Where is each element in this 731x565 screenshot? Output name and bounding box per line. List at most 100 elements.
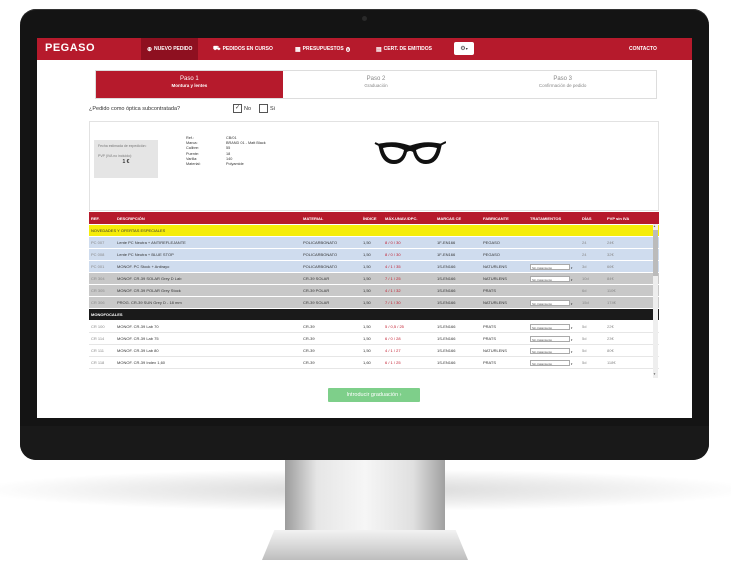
tratamiento-select[interactable]: Sin tratamiento	[530, 263, 570, 270]
cell-tratamiento: Sin tratamiento ▾	[530, 335, 582, 342]
nav-label: NUEVO PEDIDO	[154, 46, 193, 52]
nav-contacto[interactable]: CONTACTO	[629, 38, 657, 60]
logo-text: PEGASO	[45, 42, 96, 54]
cell-dias: 5d	[582, 324, 587, 329]
tratamiento-select[interactable]: Sin tratamiento	[530, 299, 570, 306]
scroll-up-icon[interactable]: ▲	[653, 224, 656, 228]
table-row[interactable]: CR 100 MONOF. CR-39 Lab 70 CR-39 1,50 5 / 0,…	[89, 321, 659, 333]
cell-material: CR-39 SOLAR	[303, 300, 330, 305]
table-row[interactable]: PC 008 Lente PC Neutra + BLUE STOP POLICAR…	[89, 249, 659, 261]
cell-max: 6 / 0 / 28	[385, 336, 401, 341]
col-ref[interactable]: REF.	[89, 216, 117, 221]
tratamiento-select[interactable]: Sin tratamiento	[530, 275, 570, 282]
cell-pvp: 110€	[607, 288, 616, 293]
si-checkbox[interactable]	[259, 104, 268, 113]
col-material[interactable]: MATERIAL	[303, 216, 363, 221]
top-navbar: PEGASO ⊕ NUEVO PEDIDO ⛟ PEDIDOS EN CURSO…	[37, 38, 692, 60]
cell-dias: 15d	[582, 300, 589, 305]
table-row[interactable]: CR 306 PROG. CR-39 SUN Grey D - 18 mm CR-3…	[89, 297, 659, 309]
tratamiento-select[interactable]: Sin tratamiento	[530, 323, 570, 330]
product-info-panel: Fecha estimada de expedición: PVP (IVA n…	[89, 121, 659, 211]
glasses-frame-image	[374, 141, 446, 164]
cell-fabricante: PEGASO	[483, 252, 500, 257]
tratamiento-select[interactable]: Sin tratamiento	[530, 359, 570, 366]
table-row[interactable]: CR 118 MONOF. CR-39 Index 1,60 CR-39 1,60 6 …	[89, 357, 659, 369]
col-fabricante[interactable]: FABRICANTE	[483, 216, 530, 221]
spec-value: BRAND 01 - Matt Black	[226, 141, 266, 146]
table-row[interactable]: CR 111 MONOF. CR-39 Lab 80 CR-39 1,50 4 / 1 …	[89, 345, 659, 357]
cell-max: 6 / 1 / 25	[385, 360, 401, 365]
cell-descripcion: MONOF. CR-39 POLAR Grey Stock	[117, 288, 181, 293]
cell-max: 5 / 0,5 / 25	[385, 324, 404, 329]
cell-tratamiento: Sin tratamiento ▾	[530, 347, 582, 354]
nav-pedidos-en-curso[interactable]: ⛟ PEDIDOS EN CURSO	[207, 38, 279, 60]
cell-indice: 1,50	[363, 336, 371, 341]
presupuestos-badge: 0	[345, 46, 350, 52]
cell-fabricante: PEGASO	[483, 240, 500, 245]
caret-down-icon: ▾	[570, 301, 573, 306]
cell-pvp: 84€	[607, 276, 614, 281]
table-row[interactable]: CR 114 MONOF. CR-39 Lab 75 CR-39 1,50 6 / 0 …	[89, 333, 659, 345]
cell-ref: CR 114	[91, 336, 105, 341]
col-max[interactable]: MÁX.UNAV./DPC.	[385, 216, 437, 221]
pvp-label: PVP (IVA no incluido):	[98, 154, 133, 158]
table-row[interactable]: CR 304 MONOF. CR-39 SOLAR Grey D Lab CR-39…	[89, 273, 659, 285]
pvp-value: 1 €	[122, 159, 130, 165]
cell-descripcion: Lente PC Neutra + BLUE STOP	[117, 252, 174, 257]
col-indice[interactable]: ÍNDICE	[363, 216, 385, 221]
table-row[interactable]: PC 001 MONOF. PC Stock + Antirayo POLICARB…	[89, 261, 659, 273]
spec-value: Polyamide	[226, 162, 244, 167]
step-2[interactable]: Paso 2 Graduación	[283, 71, 470, 98]
cell-material: CR-39	[303, 324, 315, 329]
step-title: Paso 1	[179, 76, 199, 82]
nav-label: PEDIDOS EN CURSO	[222, 46, 273, 52]
tratamiento-select[interactable]: Sin tratamiento	[530, 335, 570, 342]
cell-ref: CR 306	[91, 300, 105, 305]
cell-dias: 5d	[582, 336, 587, 341]
monitor-stand-foot	[262, 530, 468, 560]
col-pvp[interactable]: PVP sin IVA	[607, 216, 637, 221]
nav-label: CERT. DE EMITIDOS	[383, 46, 433, 52]
cell-descripcion: MONOF. CR-39 Lab 75	[117, 336, 159, 341]
nav-presupuestos[interactable]: ▦ PRESUPUESTOS 0	[289, 38, 356, 60]
cell-fabricante: NATURLENS	[483, 348, 507, 353]
cell-marcas-ce: 1S-EN166	[437, 300, 456, 305]
camera-icon	[362, 16, 367, 21]
tratamiento-select[interactable]: Sin tratamiento	[530, 347, 570, 354]
cta-label: Introducir graduación	[346, 392, 399, 398]
col-tratamientos[interactable]: TRATAMIENTOS	[530, 216, 582, 221]
pegaso-logo[interactable]: PEGASO	[45, 42, 96, 57]
cell-marcas-ce: 1S-EN166	[437, 264, 456, 269]
scroll-thumb[interactable]	[653, 230, 658, 276]
nav-cert-emitidos[interactable]: ▤ CERT. DE EMITIDOS	[370, 38, 438, 60]
cell-marcas-ce: 1F-EN166	[437, 240, 456, 245]
no-checkbox[interactable]: ✓	[233, 104, 242, 113]
settings-dropdown-button[interactable]: ⚙ ▾	[454, 42, 474, 55]
step-3[interactable]: Paso 3 Confirmación de pedido	[469, 71, 656, 98]
cell-dias: 3d	[582, 264, 587, 269]
col-descripcion[interactable]: DESCRIPCIÓN	[117, 216, 303, 221]
col-marcas-ce[interactable]: MARCAS CE	[437, 216, 483, 221]
table-scrollbar[interactable]: ▲ ▼	[653, 224, 658, 378]
cell-dias: 6d	[582, 288, 587, 293]
cell-max: 4 / 1 / 35	[385, 264, 401, 269]
cell-descripcion: MONOF. PC Stock + Antirayo	[117, 264, 170, 269]
cell-marcas-ce: 1S-EN166	[437, 324, 456, 329]
cell-descripcion: Lente PC Neutra + ANTIREFLEJANTE	[117, 240, 186, 245]
table-row[interactable]: CR 305 MONOF. CR-39 POLAR Grey Stock CR-39…	[89, 285, 659, 297]
delivery-label: Fecha estimada de expedición:	[98, 144, 147, 148]
cell-marcas-ce: 1S-EN166	[437, 336, 456, 341]
table-row[interactable]: PC 007 Lente PC Neutra + ANTIREFLEJANTE PO…	[89, 237, 659, 249]
subcontract-no-option[interactable]: ✓ No	[233, 104, 251, 113]
nav-nuevo-pedido[interactable]: ⊕ NUEVO PEDIDO	[141, 38, 199, 60]
scroll-down-icon[interactable]: ▼	[653, 372, 656, 376]
col-dias[interactable]: DÍAS	[582, 216, 607, 221]
cell-ref: PC 008	[91, 252, 105, 257]
introducir-graduacion-button[interactable]: Introducir graduación ›	[328, 388, 420, 402]
cell-pvp: 22€	[607, 324, 614, 329]
cell-pvp: 24€	[607, 240, 614, 245]
step-1[interactable]: Paso 1 Montura y lentes	[96, 71, 283, 98]
subcontract-si-option[interactable]: Si	[259, 104, 275, 113]
cell-fabricante: PRATS	[483, 324, 497, 329]
no-label: No	[244, 105, 252, 112]
